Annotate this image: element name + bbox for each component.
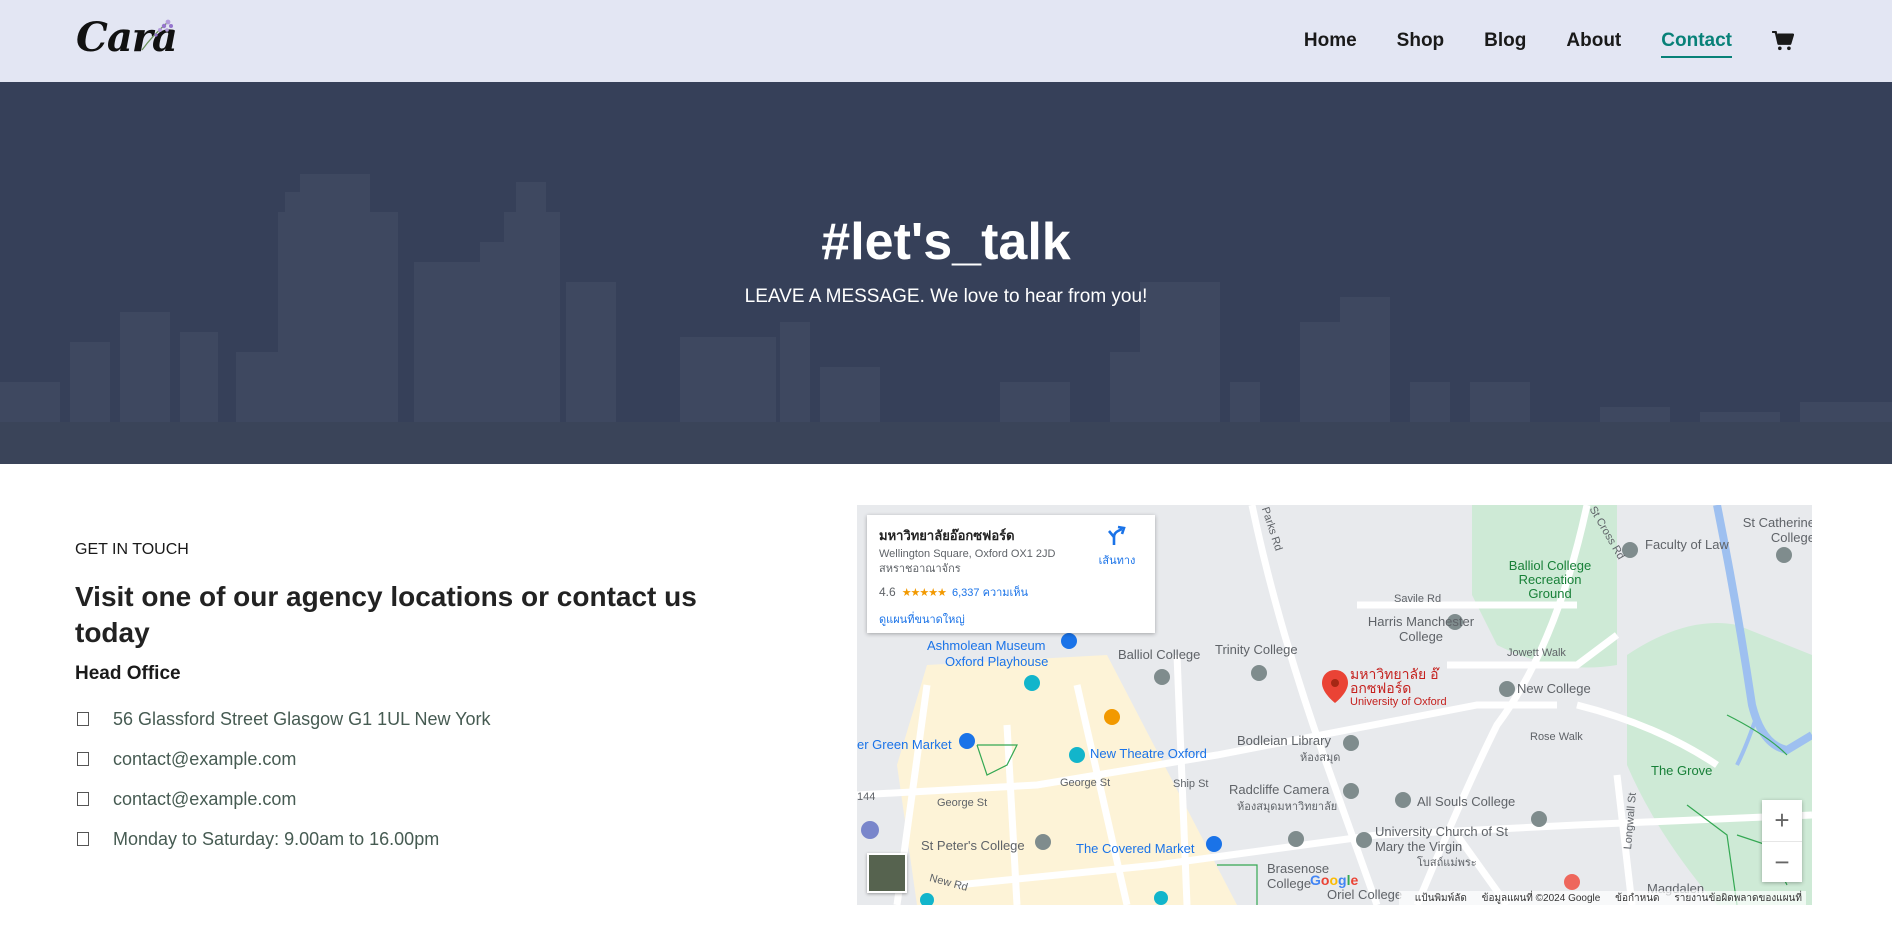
reviews-link[interactable]: 6,337 ความเห็น bbox=[952, 583, 1028, 601]
city-skyline-image bbox=[0, 174, 1892, 464]
hero-subtitle: LEAVE A MESSAGE. We love to hear from yo… bbox=[744, 286, 1148, 307]
contact-heading: Visit one of our agency locations or con… bbox=[75, 581, 697, 648]
directions-label: เส้นทาง bbox=[1098, 555, 1136, 567]
list-item: Monday to Saturday: 9.00am to 16.00pm bbox=[75, 819, 755, 859]
map-label: Jowett Walk bbox=[1507, 647, 1566, 659]
google-letter: o bbox=[1329, 872, 1339, 888]
map-label[interactable]: Harris Manchester College bbox=[1357, 614, 1485, 644]
map-data-credit: ข้อมูลแผนที่ ©2024 Google bbox=[1481, 893, 1601, 904]
nav-home[interactable]: Home bbox=[1304, 30, 1357, 52]
phone-icon bbox=[77, 792, 89, 806]
map-label[interactable]: Balliol College bbox=[1118, 647, 1200, 662]
map-label[interactable]: Trinity College bbox=[1215, 642, 1298, 657]
contact-details: GET IN TOUCH Visit one of our agency loc… bbox=[75, 505, 755, 859]
map-label[interactable]: Balliol College Recreation Ground bbox=[1497, 559, 1603, 601]
university-pin-label-en[interactable]: University of Oxford bbox=[1350, 695, 1447, 709]
place-address: Wellington Square, Oxford OX1 2JD สหราชอ… bbox=[879, 547, 1079, 577]
google-letter: g bbox=[1338, 872, 1347, 888]
map-label[interactable]: Ashmolean Museum bbox=[927, 638, 1046, 653]
cart-icon[interactable] bbox=[1772, 31, 1794, 51]
map-label[interactable]: er Green Market bbox=[857, 737, 952, 752]
place-rating: 4.6 ★★★★★ 6,337 ความเห็น bbox=[879, 583, 1028, 601]
map-label[interactable]: Faculty of Law bbox=[1645, 537, 1729, 552]
map-label[interactable]: The Covered Market bbox=[1076, 841, 1195, 856]
rating-value: 4.6 bbox=[879, 585, 896, 599]
nav-about[interactable]: About bbox=[1566, 30, 1621, 52]
map-label[interactable]: New College bbox=[1517, 681, 1591, 696]
hours-text: Monday to Saturday: 9.00am to 16.00pm bbox=[113, 828, 440, 849]
get-in-touch-label: GET IN TOUCH bbox=[75, 541, 189, 558]
phone-text: contact@example.com bbox=[113, 788, 297, 809]
nav-shop[interactable]: Shop bbox=[1397, 30, 1445, 52]
map-label: Ship St bbox=[1173, 778, 1209, 790]
google-letter: e bbox=[1350, 872, 1359, 888]
zoom-controls: + − bbox=[1762, 800, 1802, 882]
rating-stars: ★★★★★ bbox=[901, 586, 947, 599]
map-icon bbox=[77, 712, 89, 726]
map-label[interactable]: โบสถ์แม่พระ bbox=[1417, 853, 1477, 871]
map-label[interactable]: New Theatre Oxford bbox=[1090, 746, 1207, 761]
address-text: 56 Glassford Street Glasgow G1 1UL New Y… bbox=[113, 708, 491, 729]
map-attribution: แป้นพิมพ์ลัด ข้อมูลแผนที่ ©2024 Google ข… bbox=[1398, 891, 1806, 905]
head-office-title: Head Office bbox=[75, 663, 181, 684]
terms-link[interactable]: ข้อกำหนด bbox=[1615, 893, 1659, 904]
directions-icon bbox=[1108, 525, 1126, 545]
map-label[interactable]: St Peter's College bbox=[921, 838, 1025, 853]
university-pin-label[interactable]: มหาวิทยาลัย อ๊อกซฟอร์ด bbox=[1350, 667, 1440, 695]
map-label: Savile Rd bbox=[1394, 593, 1442, 605]
main-nav: Home Shop Blog About Contact bbox=[1264, 0, 1794, 82]
view-larger-map-link[interactable]: ดูแผนที่ขนาดใหญ่ bbox=[879, 610, 965, 628]
map-label[interactable]: The Grove bbox=[1651, 763, 1712, 778]
map-label[interactable]: Oxford Playhouse bbox=[945, 654, 1048, 669]
map-label[interactable]: Radcliffe Camera bbox=[1229, 782, 1329, 797]
list-item: 56 Glassford Street Glasgow G1 1UL New Y… bbox=[75, 699, 755, 739]
keyboard-shortcuts-link[interactable]: แป้นพิมพ์ลัด bbox=[1415, 893, 1467, 904]
hero-title: #let's_talk bbox=[821, 213, 1071, 271]
map-label[interactable]: Bodleian Library bbox=[1237, 733, 1331, 748]
map-label: George St bbox=[1060, 777, 1111, 789]
map-label: 144 bbox=[857, 791, 876, 803]
email-text: contact@example.com bbox=[113, 748, 297, 769]
satellite-toggle[interactable] bbox=[867, 853, 907, 893]
google-logo: Google bbox=[1310, 872, 1358, 888]
address-line: สหราชอาณาจักร bbox=[879, 563, 961, 575]
nav-contact[interactable]: Contact bbox=[1661, 30, 1732, 58]
place-title: มหาวิทยาลัยอ๊อกซฟอร์ด bbox=[879, 528, 1015, 543]
site-header: Cara Home Shop Blog About Contact bbox=[0, 0, 1892, 82]
lavender-sprig-icon bbox=[141, 19, 173, 51]
envelope-icon bbox=[77, 752, 89, 766]
map-label[interactable]: ห้องสมุดมหาวิทยาลัย bbox=[1237, 797, 1337, 815]
map-label[interactable]: Oriel College bbox=[1327, 887, 1402, 902]
map-label[interactable]: ห้องสมุด bbox=[1300, 748, 1340, 766]
list-item: contact@example.com bbox=[75, 739, 755, 779]
map-label: George St bbox=[937, 797, 988, 809]
list-item: contact@example.com bbox=[75, 779, 755, 819]
zoom-in-button[interactable]: + bbox=[1762, 800, 1802, 841]
logo[interactable]: Cara bbox=[76, 14, 178, 62]
google-map[interactable]: Ashmolean Museum Oxford Playhouse Ballio… bbox=[857, 505, 1812, 905]
zoom-out-button[interactable]: − bbox=[1762, 842, 1802, 883]
map-label[interactable]: St Catherine College bbox=[1739, 515, 1812, 545]
address-line: Wellington Square, Oxford OX1 2JD bbox=[879, 548, 1056, 560]
directions-button[interactable]: เส้นทาง bbox=[1097, 525, 1137, 569]
nav-blog[interactable]: Blog bbox=[1484, 30, 1526, 52]
google-letter: G bbox=[1310, 872, 1321, 888]
map-label[interactable]: University Church of St Mary the Virgin bbox=[1375, 824, 1535, 854]
hero-banner: #let's_talk LEAVE A MESSAGE. We love to … bbox=[0, 82, 1892, 464]
report-error-link[interactable]: รายงานข้อผิดพลาดของแผนที่ bbox=[1674, 893, 1802, 904]
map-label: Rose Walk bbox=[1530, 731, 1583, 743]
place-info-card: มหาวิทยาลัยอ๊อกซฟอร์ด Wellington Square,… bbox=[867, 515, 1155, 633]
map-label[interactable]: All Souls College bbox=[1417, 794, 1515, 809]
contact-info-list: 56 Glassford Street Glasgow G1 1UL New Y… bbox=[75, 699, 755, 859]
clock-icon bbox=[77, 832, 89, 846]
